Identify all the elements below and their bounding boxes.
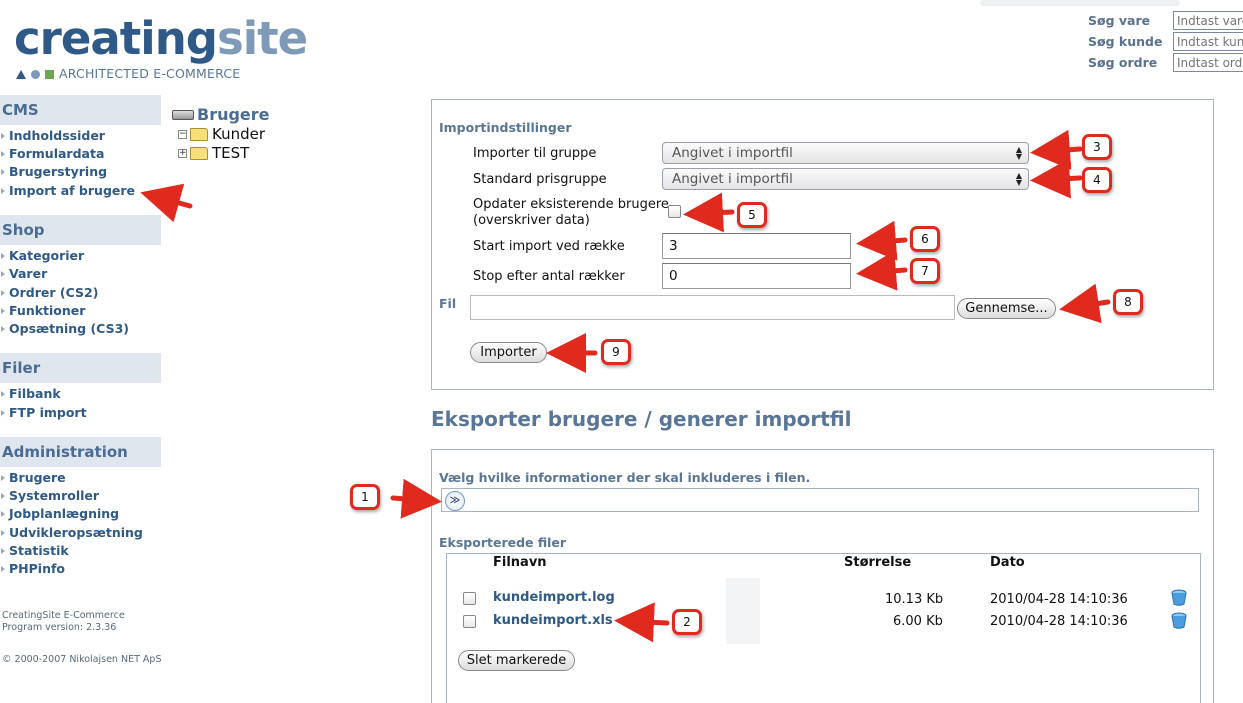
callout-badge-3: 3	[1082, 134, 1112, 160]
callout-badge-4: 4	[1082, 167, 1112, 193]
callout-badge-1: 1	[350, 484, 380, 510]
callout-badge-5: 5	[737, 202, 767, 228]
callout-badge-8: 8	[1113, 289, 1143, 315]
callout-badge-6: 6	[910, 226, 940, 252]
callout-badge-2: 2	[672, 609, 702, 635]
arrow-import-af-brugere	[140, 183, 193, 223]
callout-badge-7: 7	[910, 258, 940, 284]
callout-badge-9: 9	[601, 339, 631, 365]
